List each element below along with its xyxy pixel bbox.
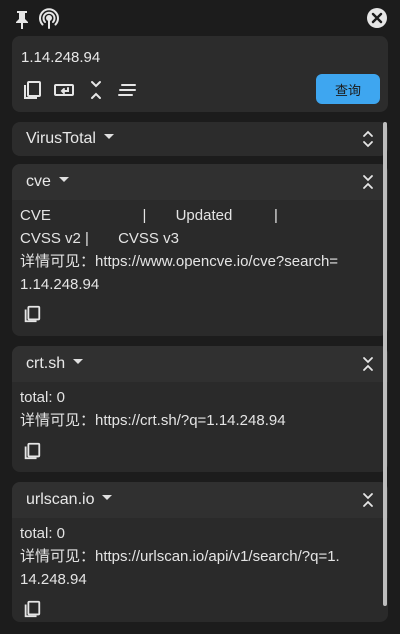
panel-header[interactable]: urlscan.io xyxy=(12,482,388,518)
copy-icon[interactable] xyxy=(21,79,43,101)
detail-link[interactable]: 详情可见：https://crt.sh/?q=1.14.248.94 xyxy=(20,409,342,432)
copy-icon[interactable] xyxy=(22,441,42,461)
copy-icon[interactable] xyxy=(22,304,42,324)
pin-icon[interactable] xyxy=(11,8,33,30)
panel-title: urlscan.io xyxy=(26,491,113,509)
panel-content: CVE | Updated | CVSS v2 | CVSS v3 详情可见：h… xyxy=(20,204,342,296)
chevron-down-icon xyxy=(103,134,114,140)
panel-header[interactable]: cve xyxy=(12,164,388,200)
panel-title: cve xyxy=(26,173,69,191)
collapse-icon[interactable] xyxy=(360,355,376,373)
result-line: total: 0 xyxy=(20,389,66,406)
panel-title: crt.sh xyxy=(26,355,84,373)
result-panel-crtsh: crt.sh total: 0 详情可见：https://crt.sh/?q=1… xyxy=(12,346,388,472)
result-line: CVSS v2 | CVSS v3 xyxy=(20,230,179,247)
chevron-down-icon xyxy=(102,495,113,501)
copy-icon[interactable] xyxy=(22,599,42,619)
detail-link[interactable]: 详情可见：https://urlscan.io/api/v1/search/?q… xyxy=(20,545,342,591)
chevron-down-icon xyxy=(73,359,84,365)
panel-header[interactable]: crt.sh xyxy=(12,346,388,382)
ip-input-card: 1.14.248.94 查询 xyxy=(12,36,388,112)
title-bar xyxy=(0,0,400,36)
detail-link[interactable]: 详情可见：https://www.opencve.io/cve?search=1… xyxy=(20,250,342,296)
enter-icon[interactable] xyxy=(53,79,75,101)
result-line: total: 0 xyxy=(20,525,66,542)
align-icon[interactable] xyxy=(116,79,138,101)
expand-icon[interactable] xyxy=(360,129,376,149)
collapse-icon[interactable] xyxy=(360,491,376,509)
result-panel-urlscan: urlscan.io total: 0 详情可见：https://urlscan… xyxy=(12,482,388,622)
scrollbar[interactable] xyxy=(383,122,387,606)
query-button[interactable]: 查询 xyxy=(316,74,380,104)
source-select-value: VirusTotal xyxy=(26,130,114,148)
collapse-vertical-icon[interactable] xyxy=(85,79,107,101)
close-icon[interactable] xyxy=(366,7,388,29)
ip-input[interactable]: 1.14.248.94 xyxy=(21,49,100,66)
chevron-down-icon xyxy=(58,177,69,183)
signal-icon[interactable] xyxy=(38,8,60,30)
panel-content: total: 0 详情可见：https://urlscan.io/api/v1/… xyxy=(20,522,342,591)
result-line: CVE | Updated | xyxy=(20,207,278,224)
source-select[interactable]: VirusTotal xyxy=(12,122,388,156)
collapse-icon[interactable] xyxy=(360,173,376,191)
result-panel-cve: cve CVE | Updated | CVSS v2 | CVSS v3 详情… xyxy=(12,164,388,336)
panel-content: total: 0 详情可见：https://crt.sh/?q=1.14.248… xyxy=(20,386,342,432)
